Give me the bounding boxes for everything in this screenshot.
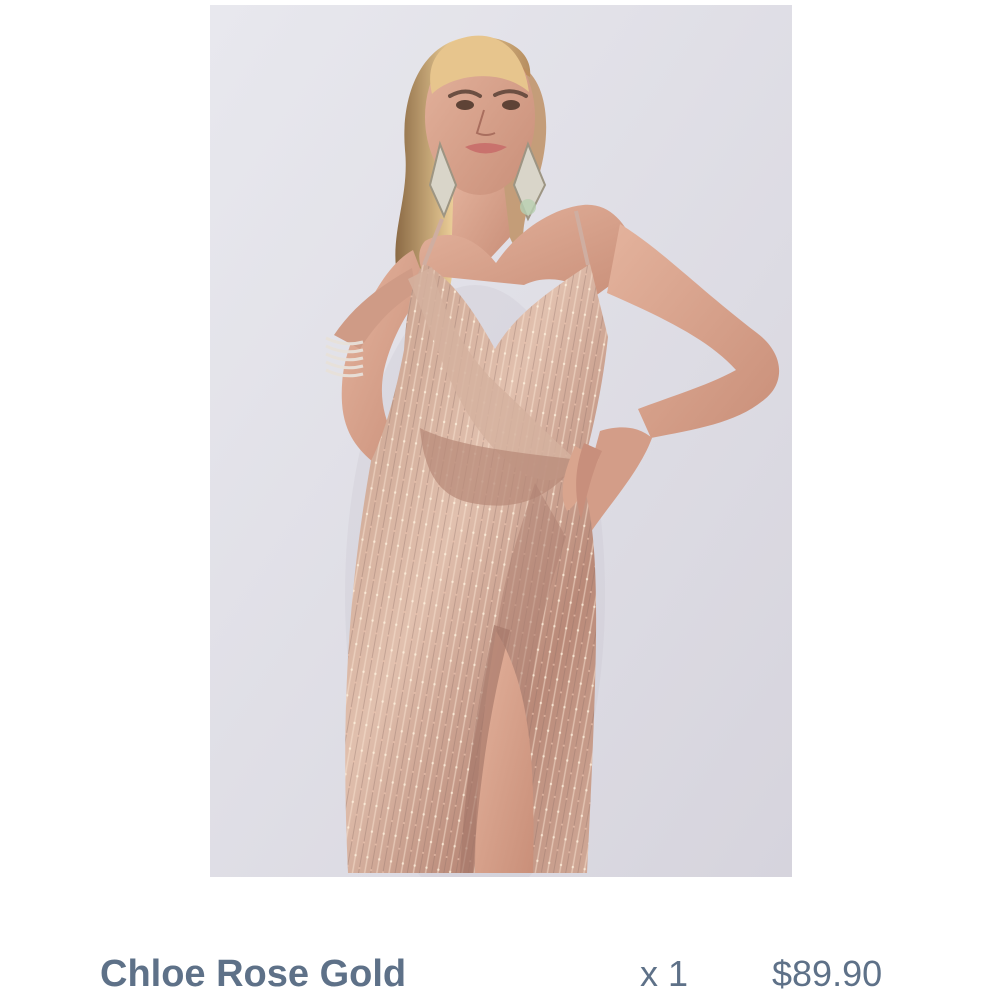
cart-item-screen: Chloe Rose Gold x 1 $89.90 [0, 0, 1000, 1000]
cart-item-summary: Chloe Rose Gold x 1 $89.90 [100, 948, 950, 1000]
product-price: $89.90 [772, 953, 883, 994]
product-name[interactable]: Chloe Rose Gold [100, 952, 406, 996]
quantity-label: x 1 [640, 953, 689, 994]
product-image[interactable] [210, 5, 792, 877]
product-photo-icon [210, 5, 792, 877]
